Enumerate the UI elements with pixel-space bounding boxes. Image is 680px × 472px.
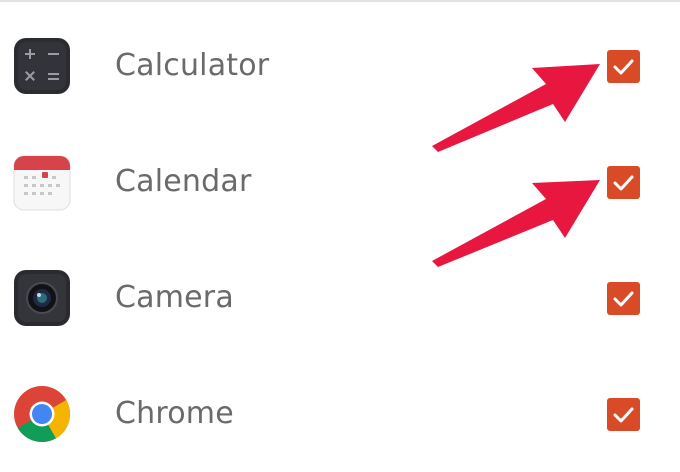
camera-icon [12,268,72,328]
app-list: Calculator Calendar Camera Chrome [0,0,680,468]
list-item-chrome[interactable]: Chrome [0,356,680,472]
checkmark-icon [613,407,634,423]
checkmark-icon [613,59,634,75]
chrome-checkbox[interactable] [607,398,640,431]
app-label: Calculator [115,48,270,83]
app-label: Chrome [115,396,234,431]
list-item-calculator[interactable]: Calculator [0,8,680,124]
calendar-icon [12,152,72,212]
app-label: Calendar [115,164,252,199]
checkmark-icon [613,175,634,191]
list-item-calendar[interactable]: Calendar [0,124,680,240]
chrome-icon [12,384,72,444]
camera-checkbox[interactable] [607,282,640,315]
calculator-checkbox[interactable] [607,50,640,83]
checkmark-icon [613,291,634,307]
app-label: Camera [115,280,234,315]
calculator-icon [12,36,72,96]
calendar-checkbox[interactable] [607,166,640,199]
list-item-camera[interactable]: Camera [0,240,680,356]
